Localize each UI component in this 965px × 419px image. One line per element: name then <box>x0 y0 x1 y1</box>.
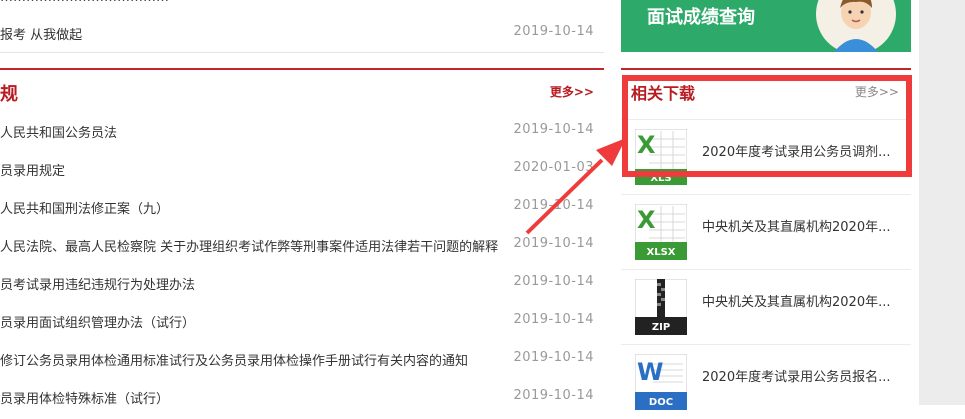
xls-file-icon: XLS X <box>635 129 687 185</box>
left-content: ………………………………… 报考 从我做起 2019-10-14 规 更多>> … <box>0 0 604 407</box>
doc-file-icon: DOC W <box>635 354 687 410</box>
news-item-date: 2019-10-14 <box>513 24 594 39</box>
avatar-icon <box>816 0 896 52</box>
law-item[interactable]: 人民法院、最高人民检察院 关于办理组织考试作弊等刑事案件适用法律若干问题的解释 2… <box>0 225 604 263</box>
news-item-title[interactable]: 报考 从我做起 <box>0 24 82 43</box>
law-item-date: 2019-10-14 <box>513 388 594 403</box>
news-item-partial[interactable]: ………………………………… <box>0 0 420 4</box>
law-item-title[interactable]: 人民法院、最高人民检察院 关于办理组织考试作弊等刑事案件适用法律若干问题的解释 <box>0 236 498 255</box>
download-item-name[interactable]: 2020年度考试录用公务员调剂... <box>702 141 902 160</box>
law-item-date: 2019-10-14 <box>513 198 594 213</box>
law-item-date: 2020-01-03 <box>513 160 594 175</box>
law-item[interactable]: 员录用规定 2020-01-03 <box>0 149 604 187</box>
law-item[interactable]: 员考试录用违纪违规行为处理办法 2019-10-14 <box>0 263 604 301</box>
law-item-title[interactable]: 员录用规定 <box>0 160 65 179</box>
download-item-name[interactable]: 2020年度考试录用公务员报名... <box>702 366 902 385</box>
laws-heading: 规 <box>0 84 18 105</box>
news-item-title[interactable]: ………………………………… <box>0 0 169 4</box>
download-item-name[interactable]: 中央机关及其直属机构2020年... <box>702 216 902 235</box>
law-item-title[interactable]: 员录用面试组织管理办法（试行） <box>0 312 195 331</box>
law-item-date: 2019-10-14 <box>513 236 594 251</box>
laws-more-link[interactable]: 更多>> <box>550 83 594 100</box>
interview-score-banner[interactable]: 面试成绩查询 <box>621 0 911 52</box>
law-item-title[interactable]: 修订公务员录用体检通用标准试行及公务员录用体检操作手册试行有关内容的通知 <box>0 350 468 369</box>
svg-text:X: X <box>637 131 656 159</box>
law-item-title[interactable]: 人民共和国公务员法 <box>0 122 117 141</box>
download-item[interactable]: DOC W 2020年度考试录用公务员报名... <box>621 344 911 419</box>
file-type-label: XLSX <box>647 247 676 258</box>
xlsx-file-icon: XLSX X <box>635 204 687 260</box>
interview-score-label[interactable]: 面试成绩查询 <box>647 3 755 29</box>
svg-text:X: X <box>637 206 656 234</box>
downloads-section: 相关下载 更多>> XLS X 2020年度考试录用公务员调剂... XLSX … <box>621 68 911 410</box>
law-item[interactable]: 员录用体检特殊标准（试行） 2019-10-14 <box>0 377 604 415</box>
file-type-label: ZIP <box>652 322 670 333</box>
law-item[interactable]: 人民共和国刑法修正案（九） 2019-10-14 <box>0 187 604 225</box>
zip-file-icon: ZIP <box>635 279 687 335</box>
law-item-title[interactable]: 员考试录用违纪违规行为处理办法 <box>0 274 195 293</box>
svg-text:W: W <box>637 358 663 386</box>
page-gutter <box>919 0 965 405</box>
law-item-title[interactable]: 人民共和国刑法修正案（九） <box>0 198 169 217</box>
download-item[interactable]: ZIP 中央机关及其直属机构2020年... <box>621 269 911 344</box>
law-item-date: 2019-10-14 <box>513 122 594 137</box>
law-item-date: 2019-10-14 <box>513 312 594 327</box>
file-type-label: DOC <box>649 397 673 408</box>
downloads-heading: 相关下载 <box>631 84 696 103</box>
news-item[interactable]: 报考 从我做起 2019-10-14 <box>0 22 604 44</box>
law-item-date: 2019-10-14 <box>513 274 594 289</box>
law-item[interactable]: 人民共和国公务员法 2019-10-14 <box>0 111 604 149</box>
law-item-title[interactable]: 员录用体检特殊标准（试行） <box>0 388 169 407</box>
laws-section: 规 更多>> 人民共和国公务员法 2019-10-14 员录用规定 2020-01-… <box>0 68 604 407</box>
download-item[interactable]: XLS X 2020年度考试录用公务员调剂... <box>621 119 911 194</box>
law-item[interactable]: 修订公务员录用体检通用标准试行及公务员录用体检操作手册试行有关内容的通知 2019… <box>0 339 604 377</box>
file-type-label: XLS <box>650 173 671 184</box>
law-item[interactable]: 员录用面试组织管理办法（试行） 2019-10-14 <box>0 301 604 339</box>
law-item-date: 2019-10-14 <box>513 350 594 365</box>
download-item-name[interactable]: 中央机关及其直属机构2020年... <box>702 291 902 310</box>
laws-list: 人民共和国公务员法 2019-10-14 员录用规定 2020-01-03 人民共和… <box>0 111 604 415</box>
downloads-more-link[interactable]: 更多>> <box>855 83 899 100</box>
download-item[interactable]: XLSX X 中央机关及其直属机构2020年... <box>621 194 911 269</box>
news-list: ………………………………… 报考 从我做起 2019-10-14 <box>0 0 604 53</box>
